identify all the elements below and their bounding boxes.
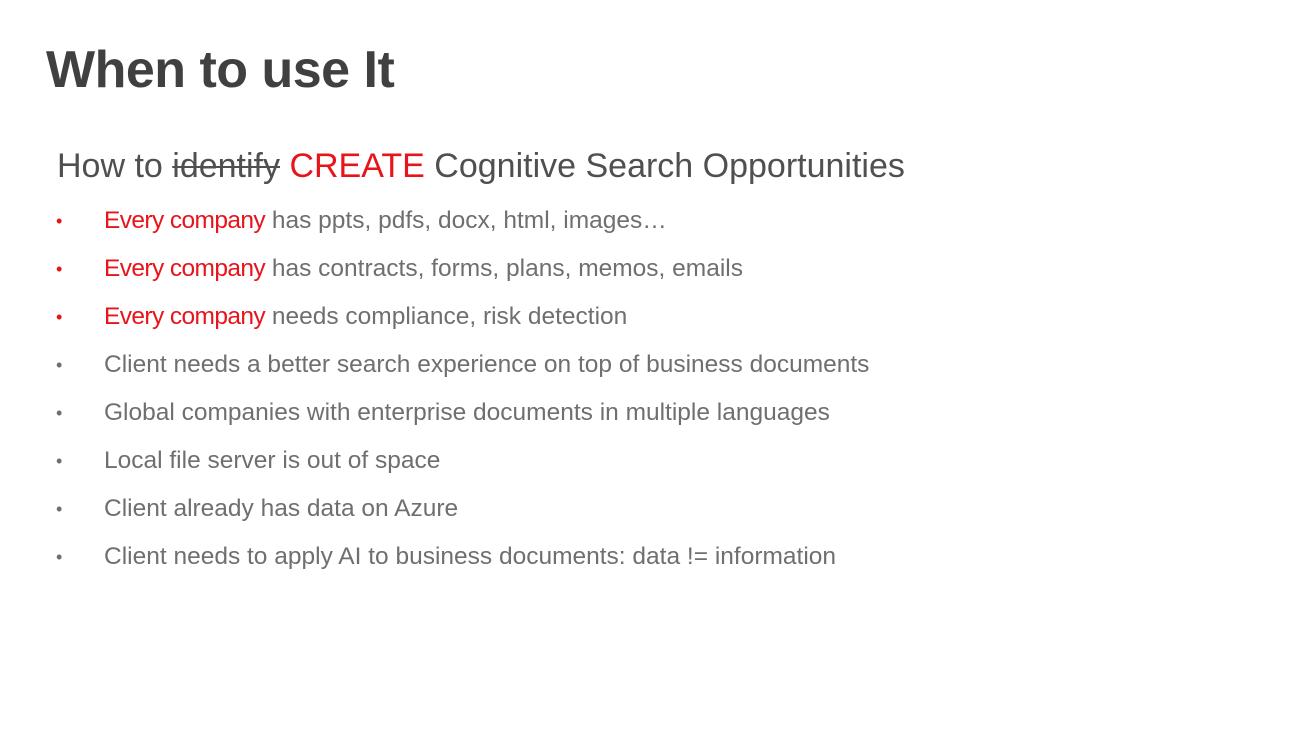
bullet-body: has contracts, forms, plans, memos, emai… [271,255,743,282]
bullet-dot: • [56,499,63,519]
subtitle-highlight: CREATE [289,147,425,185]
bullet-text: Every company has ppts, pdfs, docx, html… [104,197,667,245]
bullet-body: has ppts, pdfs, docx, html, images… [271,207,667,234]
bullet-text: Client needs to apply AI to business doc… [104,543,837,570]
slide-subtitle: How to identify CREATE Cognitive Search … [57,143,905,189]
bullet-dot: • [56,355,63,375]
slide-title: When to use It [46,41,395,99]
bullet-text: Every company needs compliance, risk det… [104,293,627,341]
bullet-text: Client already has data on Azure [104,495,459,522]
subtitle-struck-word: identify [172,147,280,185]
bullet-emphasis: Every company [104,255,266,282]
bullet-dot: • [56,547,63,567]
bullet-dot: • [56,259,63,279]
bullet-dot: • [56,211,63,231]
slide: When to use It How to identify CREATE Co… [0,0,1306,734]
bullet-dot: • [56,451,63,471]
bullet-dot: • [56,307,63,327]
bullet-dot: • [56,403,63,423]
bullet-text: Every company has contracts, forms, plan… [104,245,743,293]
bullet-text: Client needs a better search experience … [104,351,870,378]
bullet-text: Local file server is out of space [104,447,441,474]
bullet-text: Global companies with enterprise documen… [104,399,830,426]
subtitle-suffix: Cognitive Search Opportunities [434,147,905,185]
bullet-body: needs compliance, risk detection [271,303,628,330]
bullet-emphasis: Every company [104,303,266,330]
subtitle-prefix: How to [57,147,173,185]
bullet-emphasis: Every company [104,207,266,234]
